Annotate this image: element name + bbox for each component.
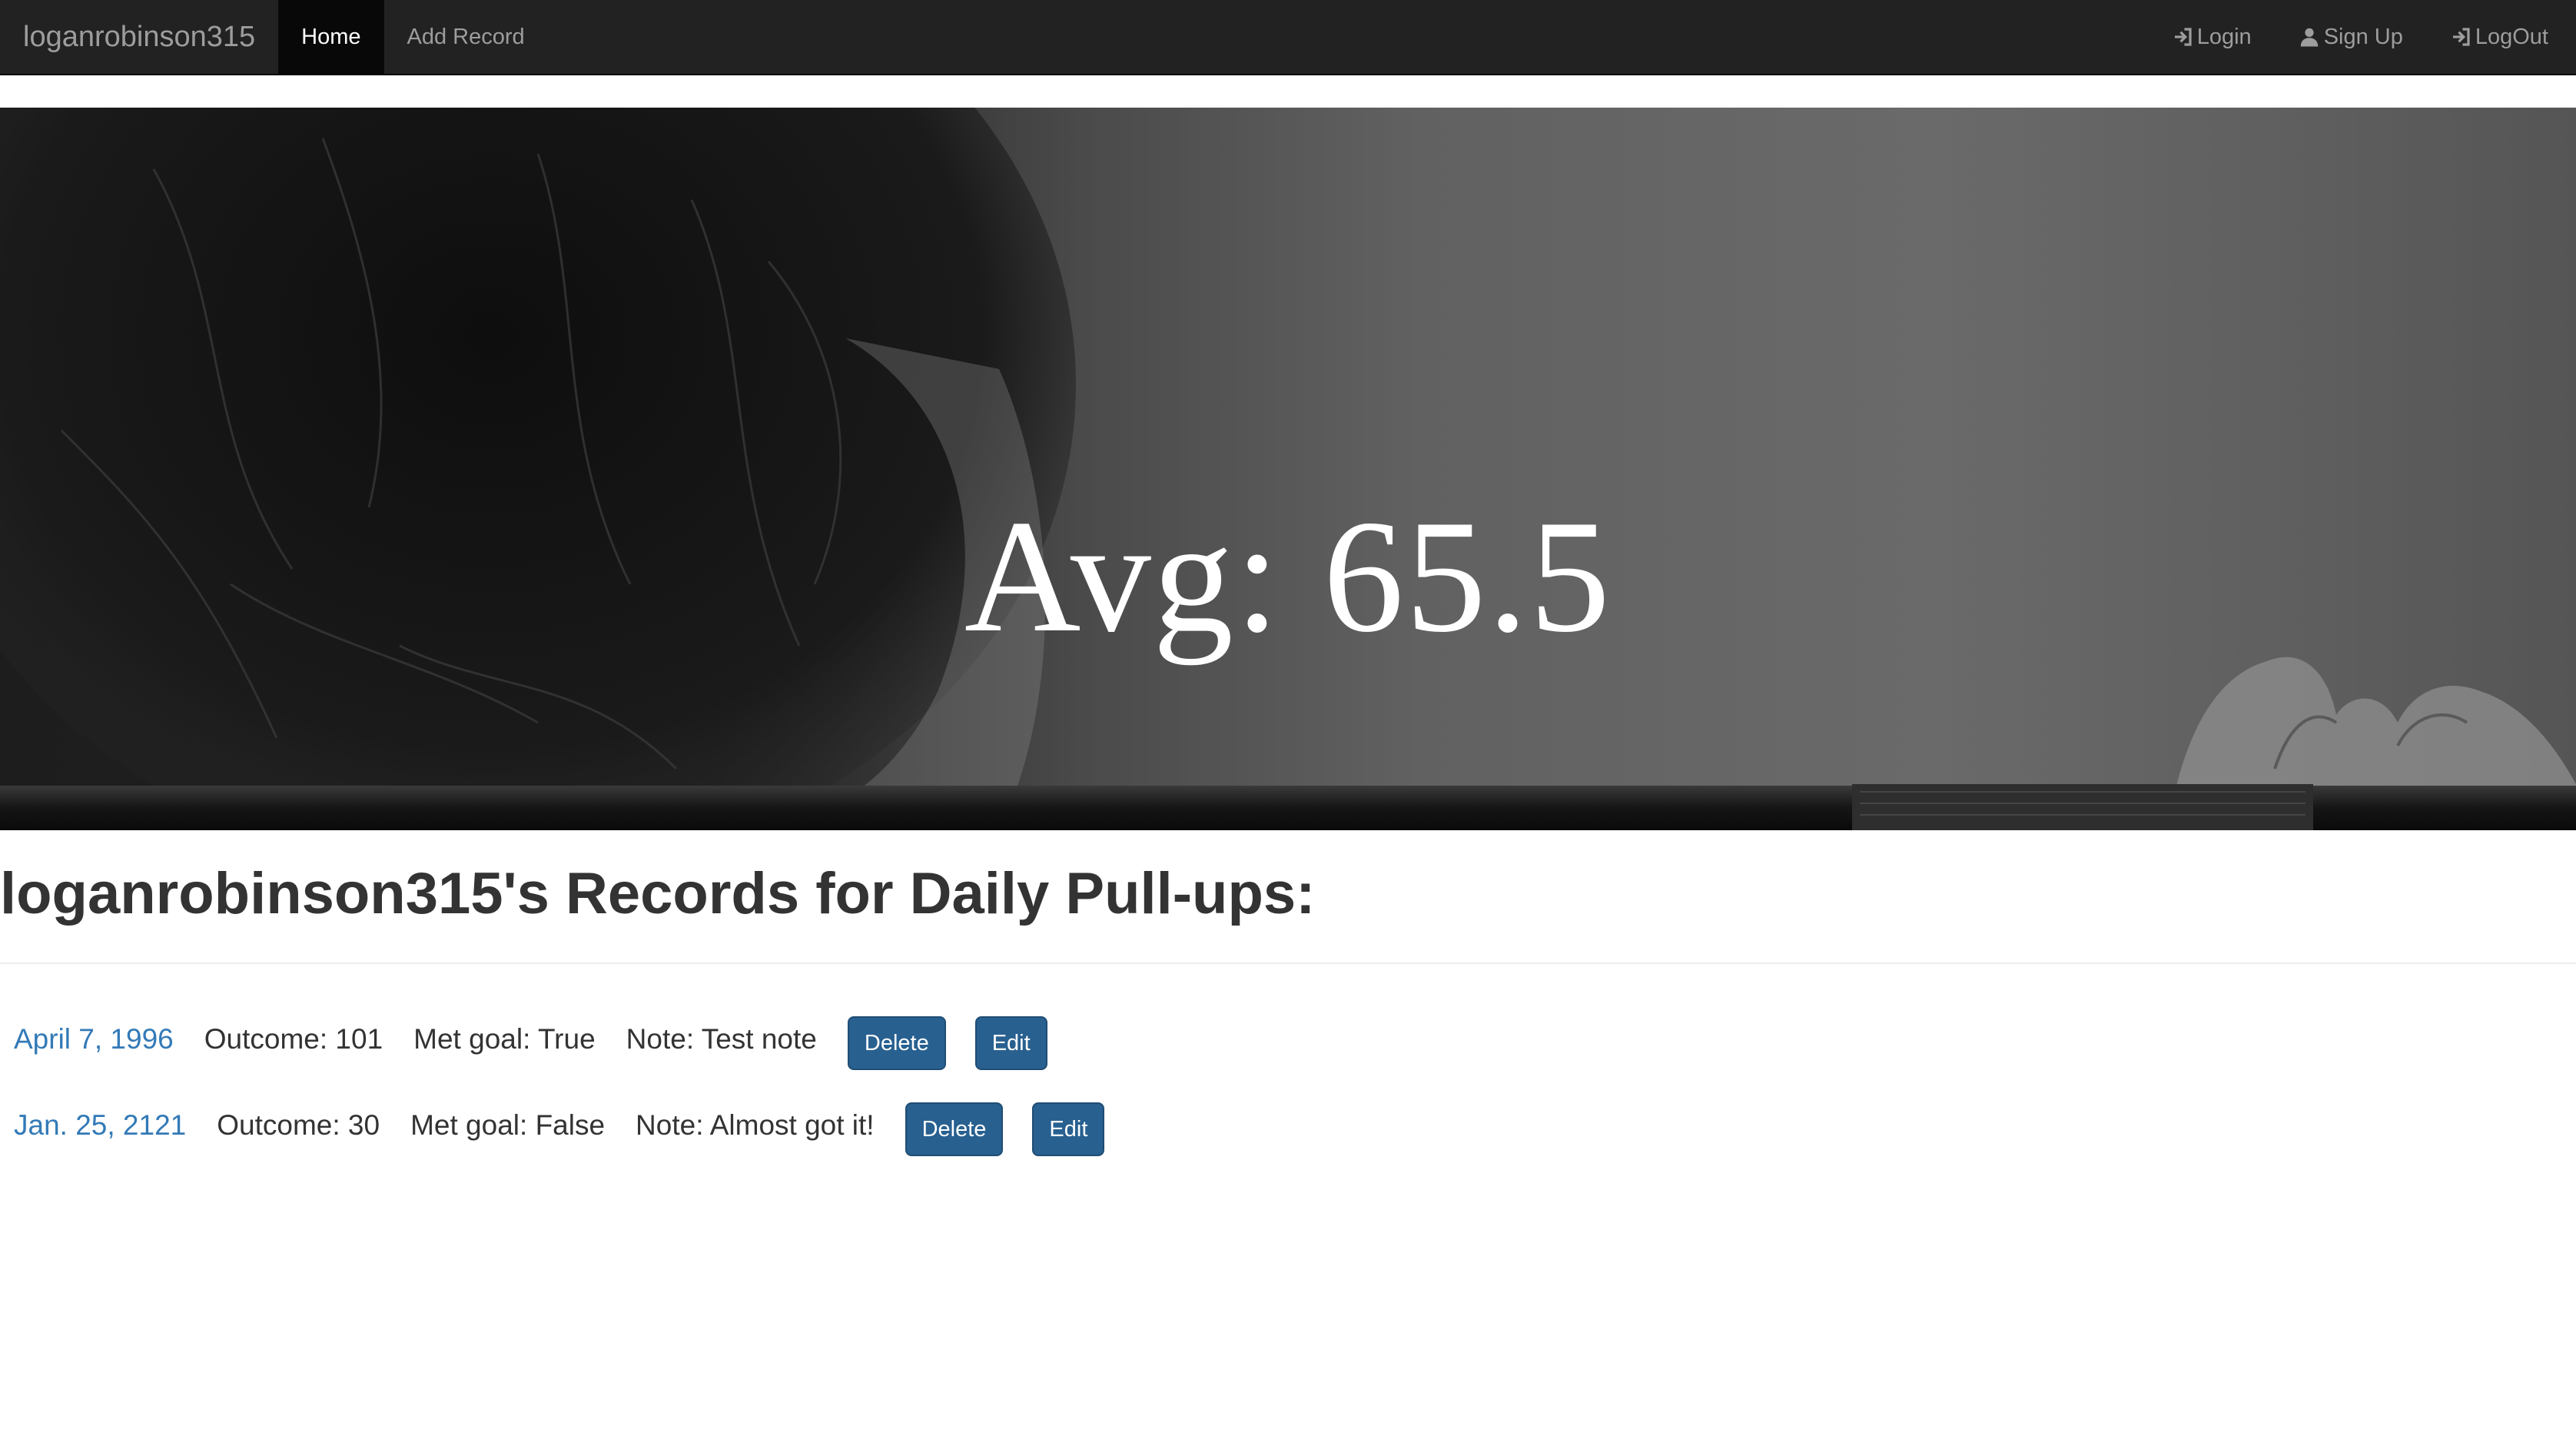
record-date-link[interactable]: April 7, 1996 — [14, 1023, 174, 1055]
nav-logout-link[interactable]: LogOut — [2426, 0, 2571, 74]
nav-signup-link[interactable]: Sign Up — [2275, 0, 2426, 74]
edit-button[interactable]: Edit — [1032, 1102, 1105, 1156]
hero-banner: Avg: 65.5 — [0, 108, 2576, 830]
record-met-goal: Met goal: False — [410, 1109, 606, 1141]
record-outcome: Outcome: 30 — [217, 1109, 380, 1141]
delete-button[interactable]: Delete — [905, 1102, 1004, 1156]
record-outcome: Outcome: 101 — [204, 1023, 383, 1055]
record-met-goal: Met goal: True — [413, 1023, 596, 1055]
nav-logout-label: LogOut — [2475, 24, 2548, 49]
page-title: loganrobinson315's Records for Daily Pul… — [0, 852, 2576, 964]
nav-signup-label: Sign Up — [2323, 24, 2403, 49]
hero-background-image — [0, 108, 2576, 830]
list-item: Jan. 25, 2121 Outcome: 30 Met goal: Fals… — [0, 1082, 2576, 1168]
record-note: Note: Almost got it! — [636, 1109, 875, 1141]
user-icon — [2298, 25, 2321, 48]
record-note: Note: Test note — [626, 1023, 817, 1055]
edit-button[interactable]: Edit — [974, 1016, 1047, 1070]
login-icon — [2449, 25, 2472, 48]
list-item: April 7, 1996 Outcome: 101 Met goal: Tru… — [0, 996, 2576, 1082]
navbar-brand[interactable]: loganrobinson315 — [0, 0, 278, 74]
records-list: April 7, 1996 Outcome: 101 Met goal: Tru… — [0, 996, 2576, 1168]
average-display: Avg: 65.5 — [964, 487, 1612, 666]
delete-button[interactable]: Delete — [847, 1016, 946, 1070]
navbar-right: Login Sign Up LogOut — [2148, 0, 2576, 74]
navbar: loganrobinson315 Home Add Record Login S… — [0, 0, 2576, 75]
nav-home-link[interactable]: Home — [278, 0, 384, 74]
nav-login-link[interactable]: Login — [2148, 0, 2275, 74]
login-icon — [2171, 25, 2194, 48]
nav-login-label: Login — [2196, 24, 2252, 49]
record-date-link[interactable]: Jan. 25, 2121 — [14, 1109, 186, 1142]
nav-add-record-link[interactable]: Add Record — [384, 0, 548, 74]
